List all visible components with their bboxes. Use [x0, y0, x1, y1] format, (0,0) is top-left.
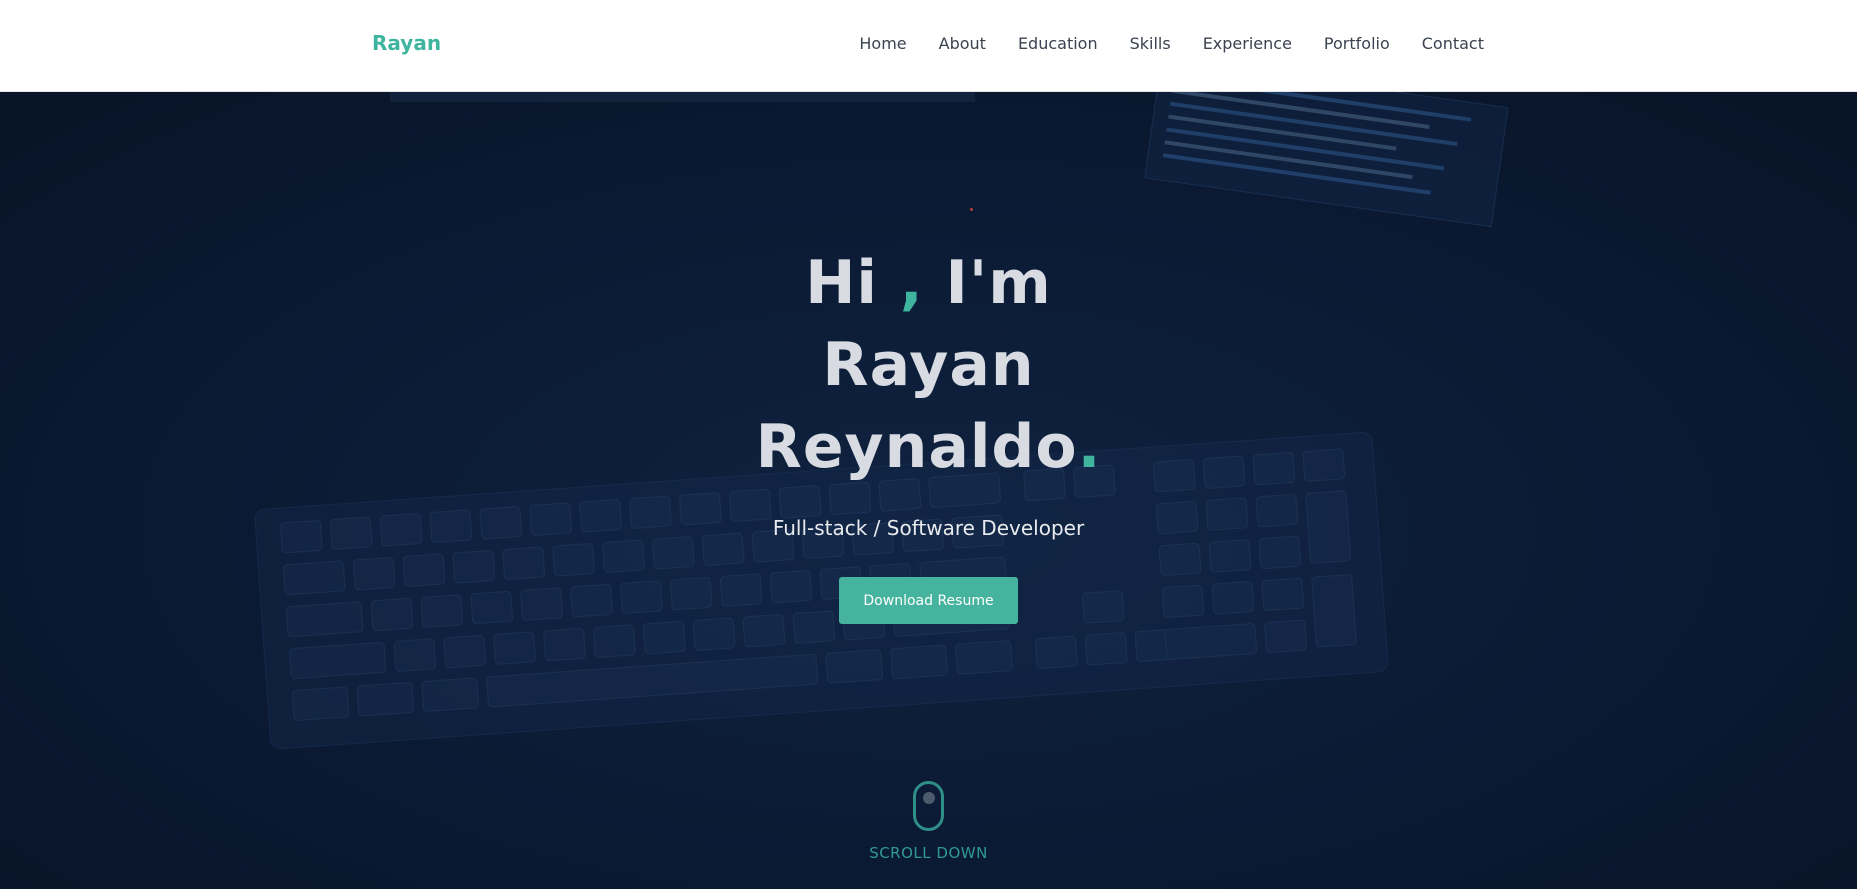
hero-last-name-line: Reynaldo. — [0, 406, 1857, 488]
nav-link-portfolio[interactable]: Portfolio — [1324, 34, 1390, 53]
hero-greeting-line: Hi , I'm — [0, 242, 1857, 324]
greeting-comma: , — [899, 248, 924, 318]
top-navbar: Rayan Home About Education Skills Experi… — [0, 0, 1857, 92]
nav-link-experience[interactable]: Experience — [1203, 34, 1292, 53]
scroll-down-label[interactable]: SCROLL DOWN — [0, 844, 1857, 862]
hero-last-name: Reynaldo — [755, 412, 1078, 482]
greeting-im: I'm — [923, 248, 1052, 318]
nav-link-education[interactable]: Education — [1018, 34, 1098, 53]
greeting-hi: Hi — [805, 248, 900, 318]
nav-link-about[interactable]: About — [939, 34, 986, 53]
accent-period: . — [1077, 412, 1102, 482]
nav-link-skills[interactable]: Skills — [1130, 34, 1171, 53]
red-dot-decoration — [970, 208, 973, 211]
nav-link-home[interactable]: Home — [859, 34, 906, 53]
hero-section: Hi , I'm Rayan Reynaldo. Full-stack / So… — [0, 92, 1857, 889]
hero-heading: Hi , I'm Rayan Reynaldo. — [0, 242, 1857, 488]
scroll-wheel-dot — [923, 792, 935, 804]
hero-subtitle: Full-stack / Software Developer — [772, 516, 1085, 540]
scroll-mouse-icon[interactable] — [913, 781, 944, 831]
hero-first-name: Rayan — [822, 330, 1035, 400]
nav-link-contact[interactable]: Contact — [1422, 34, 1484, 53]
nav-links: Home About Education Skills Experience P… — [859, 34, 1484, 53]
brand-logo-link[interactable]: Rayan — [372, 31, 441, 55]
background-desk-image — [254, 92, 1509, 750]
download-resume-button[interactable]: Download Resume — [839, 577, 1018, 624]
